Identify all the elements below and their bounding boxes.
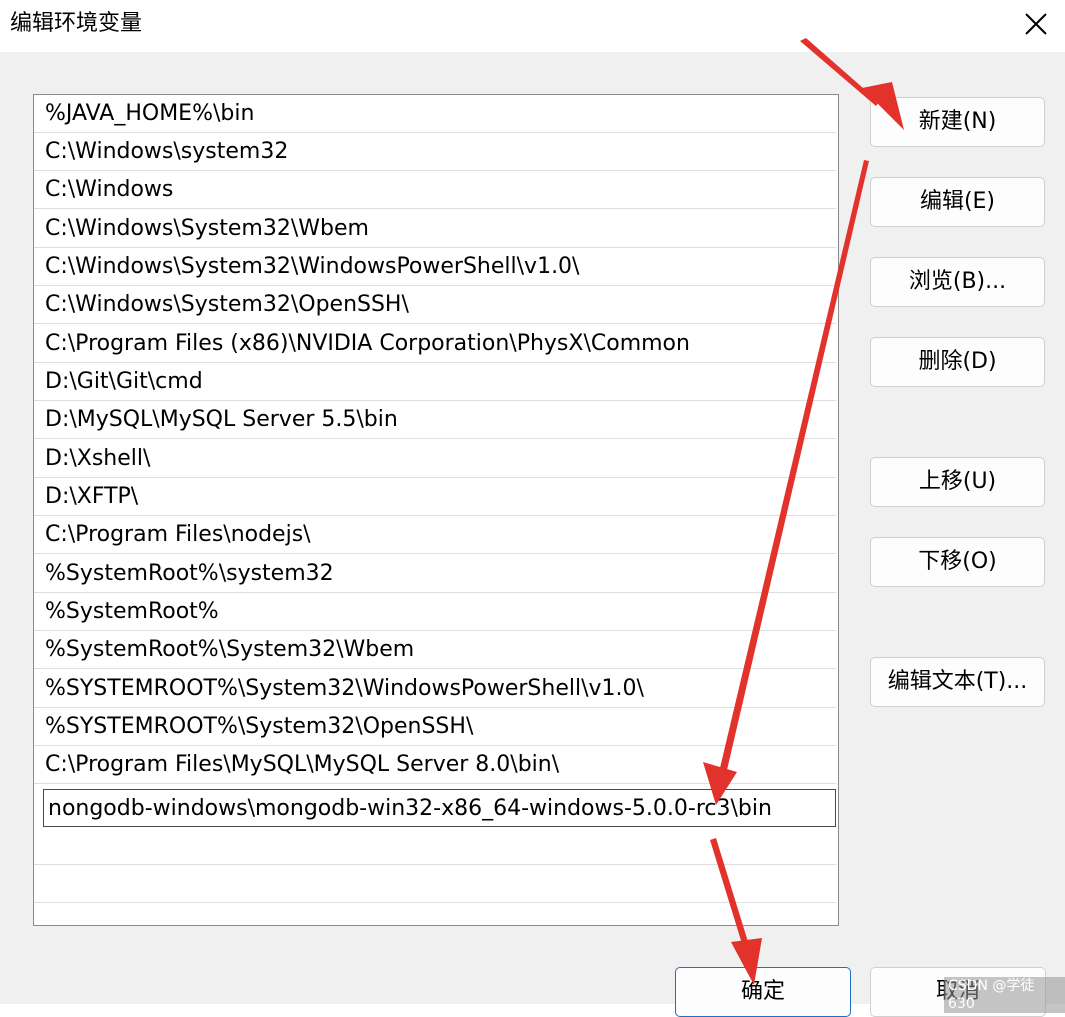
new-button[interactable]: 新建(N) — [870, 97, 1045, 147]
move-up-button[interactable]: 上移(U) — [870, 457, 1045, 507]
list-item[interactable]: %SystemRoot%\system32 — [34, 555, 836, 593]
list-item[interactable]: D:\MySQL\MySQL Server 5.5\bin — [34, 401, 836, 439]
path-edit-input[interactable]: nongodb-windows\mongodb-win32-x86_64-win… — [43, 789, 836, 827]
list-item[interactable]: D:\Git\Git\cmd — [34, 363, 836, 401]
list-item[interactable]: C:\Windows\System32\Wbem — [34, 210, 836, 248]
ok-button[interactable]: 确定 — [675, 967, 851, 1017]
window-title: 编辑环境变量 — [10, 11, 143, 36]
list-item[interactable]: %SystemRoot%\System32\Wbem — [34, 631, 836, 669]
list-item-empty[interactable] — [34, 827, 836, 865]
list-item[interactable]: %JAVA_HOME%\bin — [34, 95, 836, 133]
title-bar: 编辑环境变量 — [0, 0, 1065, 52]
list-item[interactable]: %SystemRoot% — [34, 593, 836, 631]
watermark: CSDN @学徒630 — [944, 977, 1065, 1013]
path-list[interactable]: %JAVA_HOME%\bin C:\Windows\system32 C:\W… — [33, 94, 839, 926]
delete-button[interactable]: 删除(D) — [870, 337, 1045, 387]
edit-text-button[interactable]: 编辑文本(T)... — [870, 657, 1045, 707]
list-item[interactable]: C:\Windows\System32\OpenSSH\ — [34, 286, 836, 324]
list-item[interactable]: D:\Xshell\ — [34, 440, 836, 478]
list-item[interactable]: %SYSTEMROOT%\System32\WindowsPowerShell\… — [34, 670, 836, 708]
edit-button[interactable]: 编辑(E) — [870, 177, 1045, 227]
close-icon[interactable] — [1017, 8, 1053, 40]
move-down-button[interactable]: 下移(O) — [870, 537, 1045, 587]
list-item[interactable]: C:\Program Files\MySQL\MySQL Server 8.0\… — [34, 746, 836, 784]
list-item[interactable]: C:\Windows\system32 — [34, 133, 836, 171]
list-item[interactable]: C:\Windows — [34, 171, 836, 209]
list-item[interactable]: %SYSTEMROOT%\System32\OpenSSH\ — [34, 708, 836, 746]
list-item[interactable]: C:\Windows\System32\WindowsPowerShell\v1… — [34, 248, 836, 286]
list-item[interactable]: C:\Program Files\nodejs\ — [34, 516, 836, 554]
list-item[interactable]: C:\Program Files (x86)\NVIDIA Corporatio… — [34, 325, 836, 363]
list-item-empty[interactable] — [34, 865, 836, 903]
browse-button[interactable]: 浏览(B)... — [870, 257, 1045, 307]
list-item[interactable]: D:\XFTP\ — [34, 478, 836, 516]
